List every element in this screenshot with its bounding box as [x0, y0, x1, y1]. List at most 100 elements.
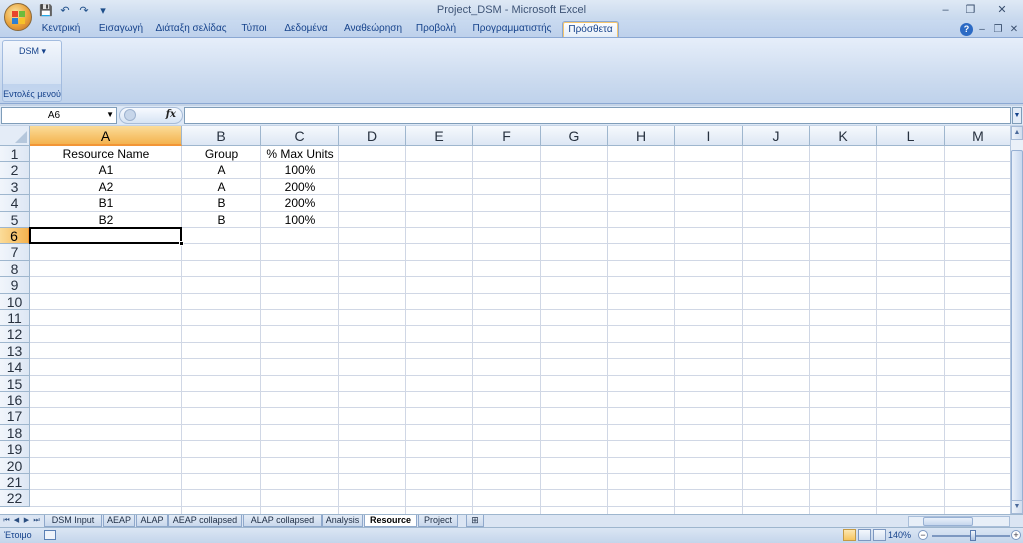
cell-b2[interactable]: A — [182, 162, 261, 179]
doc-minimize-button[interactable]: – — [975, 22, 989, 36]
column-header-k[interactable]: K — [810, 126, 877, 146]
row-header-3[interactable]: 3 — [0, 179, 30, 195]
row-header-13[interactable]: 13 — [0, 343, 30, 359]
column-header-j[interactable]: J — [743, 126, 810, 146]
zoom-in-icon[interactable]: + — [1011, 530, 1021, 540]
row-header-20[interactable]: 20 — [0, 458, 30, 474]
row-header-15[interactable]: 15 — [0, 376, 30, 392]
cell-c2[interactable]: 100% — [261, 162, 339, 179]
cell-c5[interactable]: 100% — [261, 212, 339, 228]
formula-input[interactable] — [184, 107, 1011, 124]
doc-restore-button[interactable]: ❐ — [991, 22, 1005, 36]
doc-close-button[interactable]: ✕ — [1007, 22, 1021, 36]
cell-c1[interactable]: % Max Units — [261, 146, 339, 162]
scroll-up-button[interactable]: ▲ — [1011, 126, 1023, 140]
row-header-10[interactable]: 10 — [0, 294, 30, 310]
active-cell[interactable] — [29, 227, 184, 246]
sheet-tab-project[interactable]: Project — [418, 515, 458, 527]
tab-1[interactable]: Εισαγωγή — [94, 21, 148, 38]
tab-4[interactable]: Δεδομένα — [279, 21, 333, 38]
tab-7[interactable]: Προγραμματιστής — [468, 21, 556, 38]
column-header-b[interactable]: B — [182, 126, 261, 146]
row-header-14[interactable]: 14 — [0, 359, 30, 376]
next-sheet-icon[interactable]: ▶ — [22, 515, 31, 527]
vertical-scroll-thumb[interactable] — [1011, 150, 1023, 508]
fill-handle[interactable] — [179, 241, 184, 246]
row-header-7[interactable]: 7 — [0, 244, 30, 261]
row-header-1[interactable]: 1 — [0, 146, 30, 162]
tab-8[interactable]: Πρόσθετα — [562, 21, 619, 38]
cell-a4[interactable]: B1 — [30, 195, 182, 212]
column-header-l[interactable]: L — [877, 126, 945, 146]
page-layout-view-icon[interactable] — [858, 529, 871, 541]
sheet-tab-alap[interactable]: ALAP — [136, 515, 168, 527]
select-all-button[interactable] — [0, 126, 30, 146]
tab-6[interactable]: Προβολή — [412, 21, 460, 38]
row-header-19[interactable]: 19 — [0, 441, 30, 458]
sheet-tab-analysis[interactable]: Analysis — [322, 515, 363, 527]
column-header-g[interactable]: G — [541, 126, 608, 146]
insert-sheet-icon[interactable]: ⊞ — [466, 515, 484, 527]
row-header-18[interactable]: 18 — [0, 425, 30, 441]
column-header-h[interactable]: H — [608, 126, 675, 146]
cell-c3[interactable]: 200% — [261, 179, 339, 195]
tab-3[interactable]: Τύποι — [236, 21, 272, 38]
sheet-tab-aeap-collapsed[interactable]: AEAP collapsed — [168, 515, 242, 527]
cell-a2[interactable]: A1 — [30, 162, 182, 179]
row-header-17[interactable]: 17 — [0, 408, 30, 425]
cell-b1[interactable]: Group — [182, 146, 261, 162]
scroll-down-button[interactable]: ▼ — [1011, 500, 1023, 514]
first-sheet-icon[interactable]: ⏮ — [2, 515, 11, 527]
help-icon[interactable]: ? — [960, 22, 973, 36]
tab-2[interactable]: Διάταξη σελίδας — [153, 21, 229, 38]
column-header-m[interactable]: M — [945, 126, 1010, 146]
row-header-6[interactable]: 6 — [0, 228, 30, 244]
row-header-5[interactable]: 5 — [0, 212, 30, 228]
expand-formula-bar-button[interactable]: ▼ — [1012, 107, 1022, 124]
column-header-c[interactable]: C — [261, 126, 339, 146]
restore-button[interactable]: ❐ — [958, 1, 983, 18]
page-break-view-icon[interactable] — [873, 529, 886, 541]
zoom-out-icon[interactable]: − — [918, 530, 928, 540]
name-box[interactable]: A6 ▼ — [1, 107, 117, 124]
column-header-i[interactable]: I — [675, 126, 743, 146]
dsm-menu-button[interactable]: DSM ▾ — [19, 46, 46, 57]
row-header-4[interactable]: 4 — [0, 195, 30, 212]
cell-a1[interactable]: Resource Name — [30, 146, 182, 162]
office-button[interactable] — [4, 3, 32, 31]
minimize-button[interactable]: – — [933, 1, 958, 18]
row-header-12[interactable]: 12 — [0, 326, 30, 343]
column-header-f[interactable]: F — [473, 126, 541, 146]
horizontal-scrollbar[interactable] — [908, 516, 1010, 527]
row-header-16[interactable]: 16 — [0, 392, 30, 408]
sheet-tab-dsm-input[interactable]: DSM Input — [44, 515, 102, 527]
macro-record-icon[interactable] — [44, 530, 56, 540]
tab-0[interactable]: Κεντρική — [30, 21, 92, 38]
sheet-tab-aeap[interactable]: AEAP — [103, 515, 135, 527]
zoom-level[interactable]: 140% — [888, 530, 911, 540]
column-header-e[interactable]: E — [406, 126, 473, 146]
horizontal-scroll-thumb[interactable] — [923, 517, 973, 526]
prev-sheet-icon[interactable]: ◀ — [12, 515, 21, 527]
sheet-tab-resource[interactable]: Resource — [364, 515, 417, 527]
cell-b5[interactable]: B — [182, 212, 261, 228]
cell-a3[interactable]: A2 — [30, 179, 182, 195]
last-sheet-icon[interactable]: ⏭ — [32, 515, 41, 527]
row-header-11[interactable]: 11 — [0, 310, 30, 326]
column-header-d[interactable]: D — [339, 126, 406, 146]
row-header-2[interactable]: 2 — [0, 162, 30, 179]
close-button[interactable]: ✕ — [983, 1, 1021, 18]
row-header-21[interactable]: 21 — [0, 474, 30, 490]
tab-5[interactable]: Αναθεώρηση — [340, 21, 406, 38]
row-header-22[interactable]: 22 — [0, 490, 30, 507]
vertical-scrollbar[interactable]: ▲ ▼ — [1010, 126, 1023, 514]
normal-view-icon[interactable] — [843, 529, 856, 541]
cell-c4[interactable]: 200% — [261, 195, 339, 212]
row-header-8[interactable]: 8 — [0, 261, 30, 277]
cell-b3[interactable]: A — [182, 179, 261, 195]
cell-b4[interactable]: B — [182, 195, 261, 212]
column-header-a[interactable]: A — [30, 126, 182, 146]
zoom-slider-thumb[interactable] — [970, 530, 976, 541]
chevron-down-icon[interactable]: ▼ — [106, 110, 114, 119]
row-header-9[interactable]: 9 — [0, 277, 30, 294]
